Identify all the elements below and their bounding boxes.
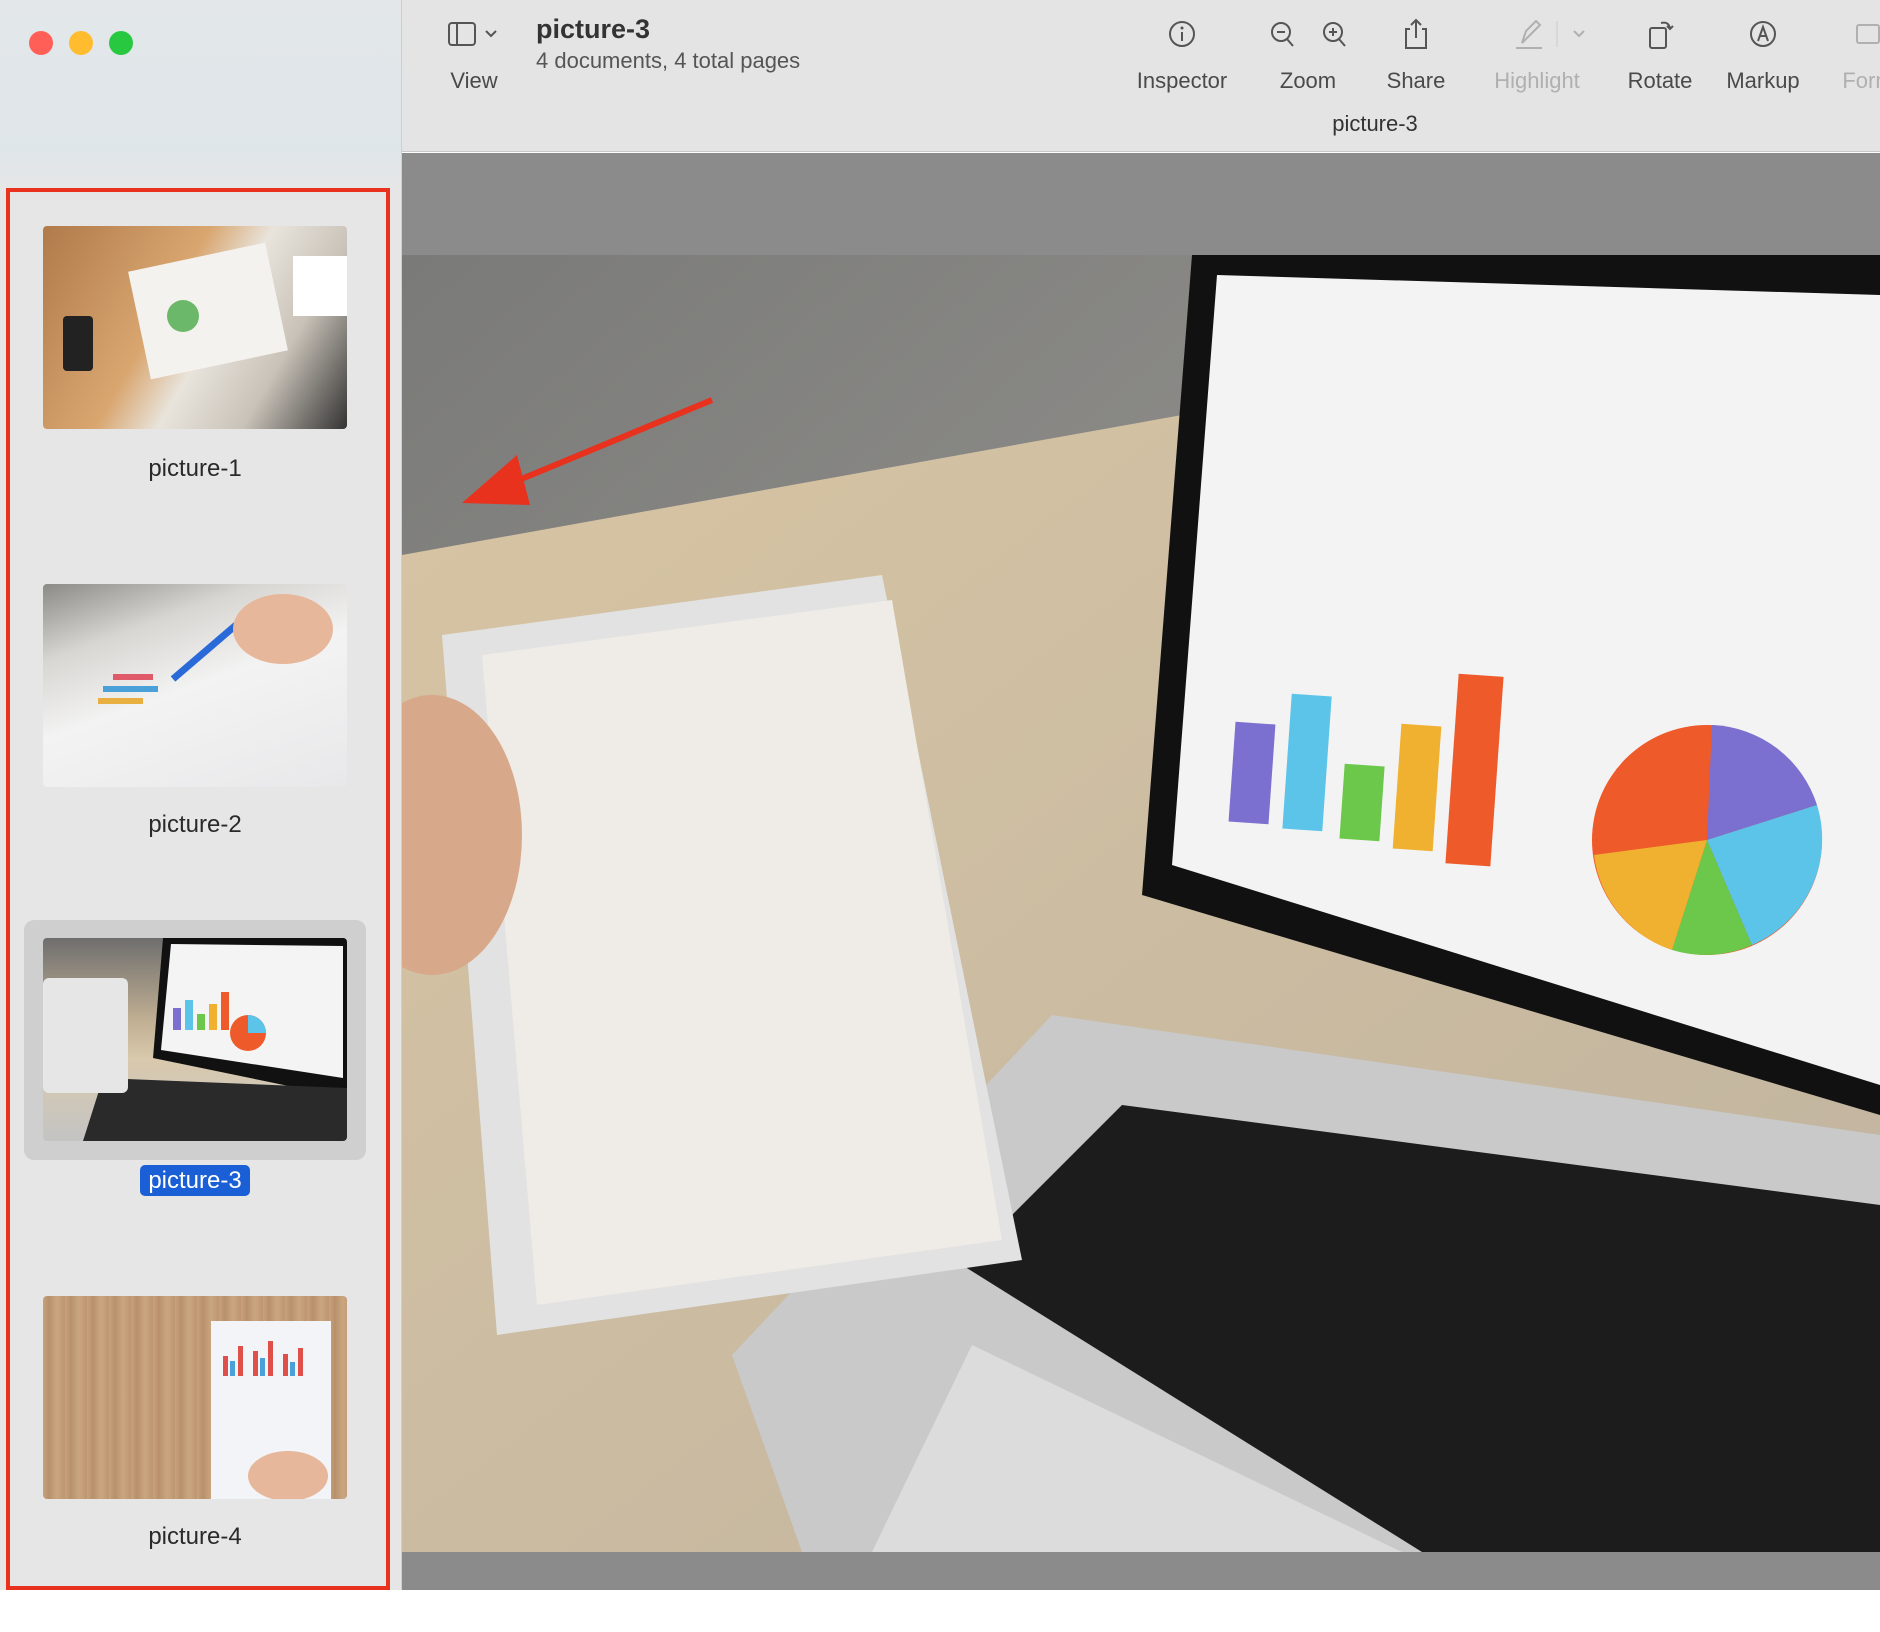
document-window-title: picture-3 bbox=[1332, 111, 1418, 136]
toolbar: View picture-3 4 documents, 4 total page… bbox=[402, 0, 1880, 152]
form-icon bbox=[1828, 14, 1880, 54]
document-subtitle: 4 documents, 4 total pages bbox=[536, 48, 801, 73]
share-icon bbox=[1376, 14, 1456, 54]
zoom-control[interactable]: Zoom bbox=[1258, 14, 1358, 94]
info-icon bbox=[1128, 14, 1236, 54]
zoom-in-icon[interactable] bbox=[1323, 22, 1346, 47]
highlighter-icon bbox=[1516, 19, 1542, 49]
chevron-down-icon[interactable] bbox=[1573, 30, 1585, 38]
markup-pen-icon bbox=[1720, 14, 1806, 54]
form-button[interactable]: Form bbox=[1828, 14, 1880, 94]
zoom-window-button[interactable] bbox=[109, 31, 133, 55]
minimize-button[interactable] bbox=[69, 31, 93, 55]
share-button[interactable]: Share bbox=[1376, 14, 1456, 94]
document-title: picture-3 bbox=[536, 14, 651, 44]
highlight-button[interactable]: Highlight bbox=[1492, 14, 1602, 94]
annotation-highlight-box bbox=[6, 188, 390, 1590]
close-button[interactable] bbox=[29, 31, 53, 55]
sidebar-icon bbox=[438, 14, 510, 54]
inspector-button[interactable]: Inspector bbox=[1128, 14, 1236, 94]
view-button[interactable]: View bbox=[438, 14, 510, 94]
sidebar: picture-1 picture-2 picture-3 picture-4 bbox=[0, 0, 402, 1590]
rotate-icon bbox=[1620, 14, 1700, 54]
document-image bbox=[402, 255, 1880, 1552]
zoom-out-icon[interactable] bbox=[1271, 22, 1294, 47]
markup-button[interactable]: Markup bbox=[1720, 14, 1806, 94]
rotate-button[interactable]: Rotate bbox=[1620, 14, 1700, 94]
